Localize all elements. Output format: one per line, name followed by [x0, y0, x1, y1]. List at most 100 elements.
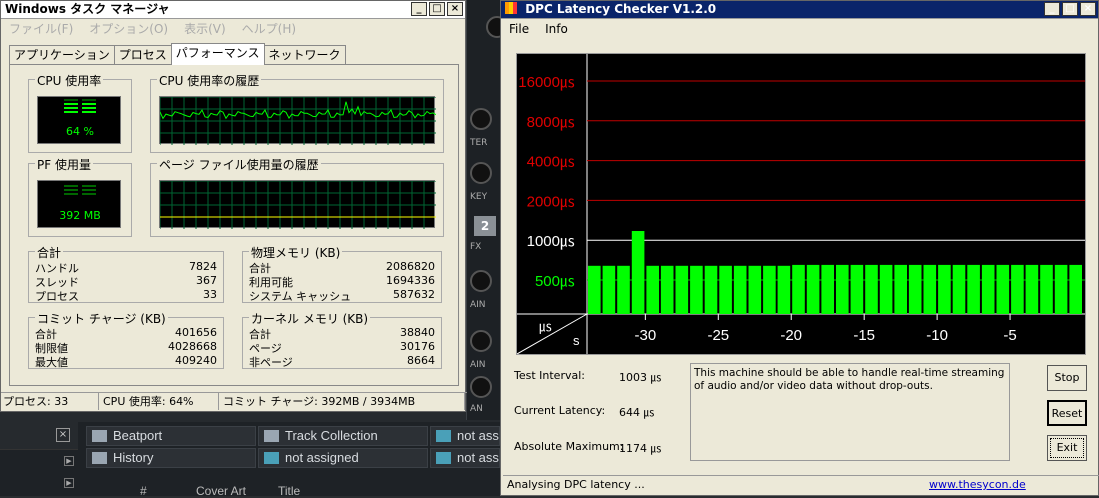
maximize-button[interactable]: □: [1062, 2, 1078, 16]
row-value: 367: [196, 274, 217, 287]
pf-history-graph: [159, 180, 436, 229]
knob[interactable]: [470, 330, 492, 352]
website-link[interactable]: www.thesycon.de: [929, 476, 1026, 494]
window-title: DPC Latency Checker V1.2.0: [525, 2, 717, 16]
close-icon[interactable]: ×: [56, 428, 70, 442]
browser-header: ×: [0, 422, 78, 450]
knob-label: AN: [470, 404, 483, 414]
sidebar-item-label: not assigned: [285, 450, 359, 465]
sidebar-item-not-assigned[interactable]: not assigned: [258, 448, 428, 468]
latency-bar: [865, 264, 878, 314]
app-icon: [505, 2, 517, 14]
stop-button[interactable]: Stop: [1047, 365, 1087, 391]
tab-performance[interactable]: パフォーマンス: [170, 43, 265, 65]
latency-bar: [1025, 264, 1039, 314]
menu-file[interactable]: ファイル(F): [9, 20, 73, 39]
cpu-meter-graphic: 64 %: [64, 99, 96, 138]
corner-unit-s: s: [573, 333, 580, 348]
x-tick-label: -5: [1003, 327, 1016, 344]
minimize-button[interactable]: _: [411, 2, 427, 16]
sidebar-item-not-assigned[interactable]: not ass: [430, 448, 500, 468]
latency-bar: [588, 265, 601, 314]
knob[interactable]: [470, 162, 492, 184]
pf-usage-label: PF 使用量: [35, 156, 93, 173]
latency-bar: [631, 231, 645, 314]
cpu-history-trace: [159, 101, 437, 120]
row-value: 2086820: [386, 260, 435, 273]
tab-network[interactable]: ネットワーク: [263, 45, 346, 65]
test-interval-label: Test Interval:: [514, 369, 585, 382]
kernel-memory-label: カーネル メモリ (KB): [249, 310, 371, 327]
latency-bar: [952, 264, 966, 314]
knob-label: AIN: [470, 300, 486, 310]
knob[interactable]: [470, 376, 492, 398]
background-side-panel: [466, 0, 500, 420]
sidebar-item-history[interactable]: History: [86, 448, 256, 468]
latency-bar: [660, 265, 674, 314]
result-message: This machine should be able to handle re…: [690, 363, 1010, 461]
menu-view[interactable]: 表示(V): [184, 20, 226, 39]
fx-label: FX: [470, 242, 482, 252]
current-latency-label: Current Latency:: [514, 404, 606, 417]
menu-help[interactable]: ヘルプ(H): [242, 20, 296, 39]
knob-label: AIN: [470, 360, 486, 370]
close-button[interactable]: ×: [447, 2, 463, 16]
minimize-button[interactable]: _: [1044, 2, 1060, 16]
pf-usage-value: 392 MB: [59, 209, 101, 222]
pf-history-graphic: [159, 180, 436, 229]
row-value: 38840: [400, 326, 435, 339]
sidebar-item-track-collection[interactable]: Track Collection: [258, 426, 428, 446]
latency-bar: [777, 265, 791, 314]
commit-charge-group: コミット チャージ (KB) 合計 401656 制限値 4028668 最大値 40…: [28, 310, 224, 369]
row-value: 587632: [393, 288, 435, 301]
sidebar-item-label: Track Collection: [285, 428, 378, 443]
knob[interactable]: [470, 108, 492, 130]
knob[interactable]: [470, 270, 492, 292]
collapse-icon[interactable]: ▶: [64, 478, 74, 488]
tab-applications[interactable]: アプリケーション: [9, 45, 115, 65]
x-tick-label: -20: [780, 327, 802, 344]
latency-bar: [923, 264, 937, 314]
tab-bar: アプリケーション プロセス パフォーマンス ネットワーク: [9, 43, 346, 65]
latency-bar: [704, 265, 718, 314]
sidebar-item-beatport[interactable]: Beatport: [86, 426, 256, 446]
window-title: Windows タスク マネージャ: [5, 2, 170, 16]
latency-bar: [675, 265, 689, 314]
sidebar-item-not-assigned[interactable]: not ass: [430, 426, 500, 446]
latency-bar: [763, 265, 776, 314]
sidebar-item-label: History: [113, 450, 154, 465]
play-icon: [436, 452, 451, 464]
row-value: 30176: [400, 340, 435, 353]
y-tick-label: 16000㎲: [518, 74, 575, 91]
close-button[interactable]: ×: [1080, 2, 1096, 16]
tab-processes[interactable]: プロセス: [113, 45, 172, 65]
sidebar-item-label: not ass: [457, 450, 499, 465]
corner-unit-us: ㎲: [539, 319, 552, 335]
memory-row: 利用可能 1694336: [249, 274, 435, 289]
row-value: 7824: [189, 260, 217, 273]
menu-options[interactable]: オプション(O): [89, 20, 168, 39]
title-bar: Windows タスク マネージャ _ □ ×: [1, 1, 465, 19]
menu-file[interactable]: File: [509, 20, 529, 39]
commit-row: 最大値 409240: [35, 354, 217, 369]
menu-info[interactable]: Info: [545, 20, 568, 39]
y-tick-label: 2000㎲: [527, 193, 575, 210]
sidebar-item-label: Beatport: [113, 428, 163, 443]
latency-bar: [733, 265, 747, 314]
pf-history-label: ページ ファイル使用量の履歴: [157, 156, 321, 173]
absolute-maximum-label: Absolute Maximum:: [514, 440, 624, 453]
reset-button[interactable]: Reset: [1047, 400, 1087, 426]
y-tick-label: 8000㎲: [527, 114, 575, 131]
y-tick-label: 500㎲: [535, 273, 575, 290]
exit-button[interactable]: Exit: [1047, 435, 1087, 461]
latency-bar: [850, 264, 864, 314]
latency-bar: [617, 265, 630, 314]
maximize-button[interactable]: □: [429, 2, 445, 16]
collapse-icon[interactable]: ▶: [64, 456, 74, 466]
cpu-usage-value: 64 %: [66, 125, 94, 138]
deck-2-button[interactable]: 2: [474, 216, 496, 236]
cpu-history-group: CPU 使用率の履歴: [150, 72, 444, 153]
row-value: 8664: [407, 354, 435, 367]
latency-bar: [792, 264, 805, 314]
row-label: プロセス: [35, 290, 79, 303]
